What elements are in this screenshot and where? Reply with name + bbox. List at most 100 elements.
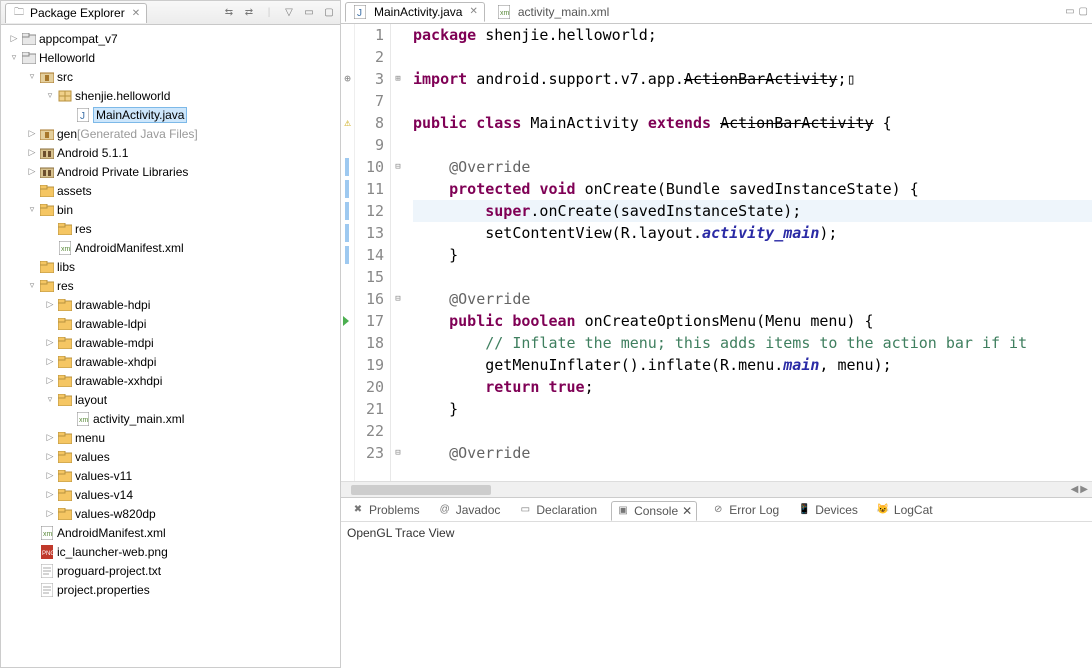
close-icon[interactable]: ✕: [469, 6, 477, 17]
expander-icon[interactable]: ▷: [43, 375, 57, 386]
tree-item[interactable]: ▷ values-w820dp: [3, 504, 338, 523]
tree-item[interactable]: ▿ bin: [3, 200, 338, 219]
close-icon[interactable]: ✕: [682, 504, 692, 518]
left-tabbar: 🗀 Package Explorer ✕ ⇆ ⇄ | ▽ ▭ ▢: [1, 1, 340, 25]
expander-icon[interactable]: ▷: [7, 33, 21, 44]
close-icon[interactable]: ✕: [132, 8, 140, 19]
expander-icon[interactable]: ▷: [43, 356, 57, 367]
svg-text:xml: xml: [61, 246, 71, 253]
horizontal-scrollbar[interactable]: ◀▶: [341, 481, 1092, 497]
jfile-icon: J: [75, 107, 91, 123]
maximize-icon[interactable]: ▢: [322, 6, 336, 20]
tree-item[interactable]: assets: [3, 181, 338, 200]
folder-icon: [39, 259, 55, 275]
tab-label: Error Log: [729, 503, 779, 517]
tab-icon: @: [438, 503, 452, 517]
bottom-tab-console[interactable]: ▣Console ✕: [611, 501, 697, 521]
tree-item[interactable]: ▿ layout: [3, 390, 338, 409]
folder-icon: [57, 335, 73, 351]
tree-item[interactable]: xml activity_main.xml: [3, 409, 338, 428]
tree-item[interactable]: res: [3, 219, 338, 238]
bottom-tab-devices[interactable]: 📱Devices: [793, 501, 862, 519]
tree-item[interactable]: PNG ic_launcher-web.png: [3, 542, 338, 561]
bottom-tab-javadoc[interactable]: @Javadoc: [434, 501, 505, 519]
lineno-column: 1237891011121314151617181920212223: [355, 24, 391, 481]
tree-item[interactable]: libs: [3, 257, 338, 276]
folder-icon: [57, 373, 73, 389]
minimize-icon[interactable]: ▭: [302, 6, 316, 20]
tree-item[interactable]: J MainActivity.java: [3, 105, 338, 124]
tree-item[interactable]: ▷ Android 5.1.1: [3, 143, 338, 162]
tree-item[interactable]: ▷ drawable-hdpi: [3, 295, 338, 314]
expander-icon[interactable]: ▷: [25, 166, 39, 177]
tree-label: Android 5.1.1: [57, 146, 128, 160]
pngfile-icon: PNG: [39, 544, 55, 560]
tree-item[interactable]: ▷ values: [3, 447, 338, 466]
package-explorer-tree[interactable]: ▷ appcompat_v7 ▿ Helloworld ▿ src ▿ shen…: [1, 25, 340, 667]
scroll-left-icon[interactable]: ◀: [1071, 484, 1079, 495]
tab-label: Package Explorer: [30, 6, 125, 20]
tree-item[interactable]: ▿ res: [3, 276, 338, 295]
folder-icon: [57, 487, 73, 503]
tree-item[interactable]: ▷ menu: [3, 428, 338, 447]
annotation-column[interactable]: ⊕⚠: [341, 24, 355, 481]
expander-icon[interactable]: ▿: [7, 52, 21, 63]
bottom-tab-error-log[interactable]: ⊘Error Log: [707, 501, 783, 519]
maximize-icon[interactable]: ▢: [1079, 6, 1088, 17]
editor-panel: JMainActivity.java✕xmlactivity_main.xml …: [341, 0, 1092, 498]
expander-icon[interactable]: ▿: [25, 204, 39, 215]
expander-icon[interactable]: ▷: [25, 128, 39, 139]
bottom-tab-problems[interactable]: ✖Problems: [347, 501, 424, 519]
editor-body[interactable]: ⊕⚠ 1237891011121314151617181920212223 ⊞⊟…: [341, 24, 1092, 481]
tree-item[interactable]: project.properties: [3, 580, 338, 599]
view-menu-icon[interactable]: ▽: [282, 6, 296, 20]
editor-tab[interactable]: JMainActivity.java✕: [345, 2, 485, 22]
expander-icon[interactable]: ▷: [43, 470, 57, 481]
tree-item[interactable]: ▷ gen [Generated Java Files]: [3, 124, 338, 143]
expander-icon[interactable]: ▷: [43, 508, 57, 519]
expander-icon[interactable]: ▷: [43, 432, 57, 443]
tab-label: Console: [634, 504, 678, 518]
expander-icon[interactable]: ▿: [43, 394, 57, 405]
expander-icon[interactable]: ▷: [25, 147, 39, 158]
folder-icon: [57, 354, 73, 370]
tree-label: menu: [75, 431, 105, 445]
collapse-all-icon[interactable]: ⇆: [222, 6, 236, 20]
fold-column[interactable]: ⊞⊟⊟⊟: [391, 24, 405, 481]
tree-item[interactable]: ▷ drawable-xhdpi: [3, 352, 338, 371]
tree-item[interactable]: ▷ values-v14: [3, 485, 338, 504]
tree-item[interactable]: ▷ drawable-mdpi: [3, 333, 338, 352]
expander-icon[interactable]: ▿: [25, 71, 39, 82]
scrollbar-thumb[interactable]: [351, 485, 491, 495]
expander-icon[interactable]: ▿: [25, 280, 39, 291]
minimize-icon[interactable]: ▭: [1065, 6, 1074, 17]
expander-icon[interactable]: ▷: [43, 451, 57, 462]
scroll-right-icon[interactable]: ▶: [1080, 484, 1088, 495]
tree-item[interactable]: xml AndroidManifest.xml: [3, 523, 338, 542]
expander-icon[interactable]: ▷: [43, 337, 57, 348]
expander-icon[interactable]: ▷: [43, 489, 57, 500]
tab-icon: ✖: [351, 503, 365, 517]
tree-item[interactable]: drawable-ldpi: [3, 314, 338, 333]
code-area[interactable]: package shenjie.helloworld;import androi…: [405, 24, 1092, 481]
expander-icon[interactable]: ▿: [43, 90, 57, 101]
tab-icon: 📱: [797, 503, 811, 517]
tree-item[interactable]: ▷ Android Private Libraries: [3, 162, 338, 181]
svg-text:xml: xml: [79, 417, 89, 424]
editor-tab[interactable]: xmlactivity_main.xml: [489, 2, 616, 22]
tree-item[interactable]: ▷ appcompat_v7: [3, 29, 338, 48]
tree-item[interactable]: ▿ shenjie.helloworld: [3, 86, 338, 105]
bottom-tab-logcat[interactable]: 😺LogCat: [872, 501, 937, 519]
tree-label: AndroidManifest.xml: [57, 526, 166, 540]
tree-item[interactable]: ▷ drawable-xxhdpi: [3, 371, 338, 390]
tab-package-explorer[interactable]: 🗀 Package Explorer ✕: [5, 3, 147, 23]
tree-item[interactable]: xml AndroidManifest.xml: [3, 238, 338, 257]
tree-label: values-v11: [75, 469, 132, 483]
bottom-tab-declaration[interactable]: ▭Declaration: [514, 501, 601, 519]
tree-item[interactable]: ▷ values-v11: [3, 466, 338, 485]
tree-item[interactable]: ▿ Helloworld: [3, 48, 338, 67]
tree-item[interactable]: ▿ src: [3, 67, 338, 86]
link-editor-icon[interactable]: ⇄: [242, 6, 256, 20]
tree-item[interactable]: proguard-project.txt: [3, 561, 338, 580]
expander-icon[interactable]: ▷: [43, 299, 57, 310]
